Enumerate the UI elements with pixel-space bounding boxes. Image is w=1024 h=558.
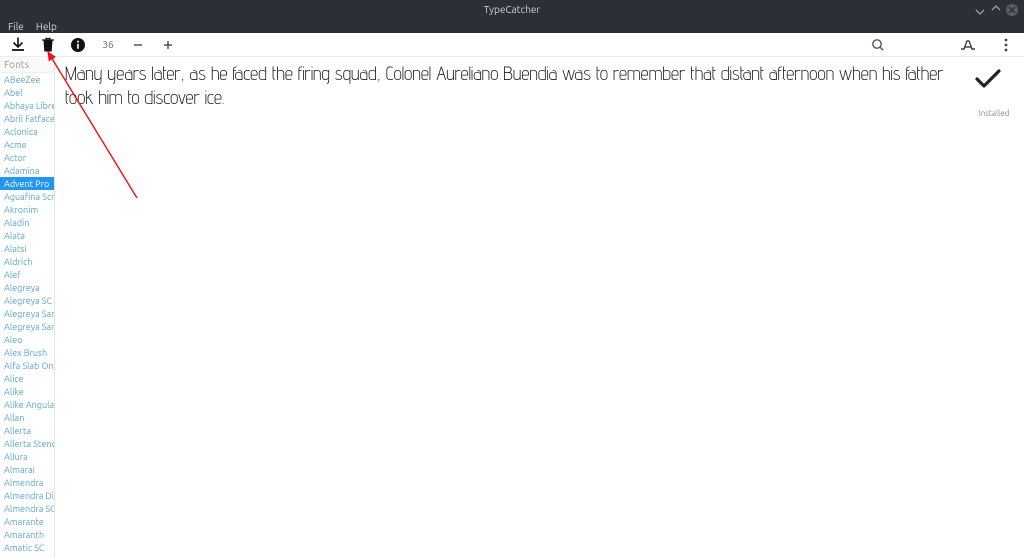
- font-item[interactable]: Amaranth: [0, 528, 54, 541]
- preview-text: Many years later, as he faced the firing…: [65, 63, 1014, 111]
- titlebar: TypeCatcher: [0, 0, 1024, 19]
- font-item[interactable]: Alike: [0, 385, 54, 398]
- font-item[interactable]: Almendra SC: [0, 502, 54, 515]
- font-item[interactable]: Aldrich: [0, 255, 54, 268]
- decrease-size-button[interactable]: [130, 37, 146, 53]
- font-item[interactable]: Almendra: [0, 476, 54, 489]
- minimize-button[interactable]: [974, 4, 986, 16]
- font-item[interactable]: Akronim: [0, 203, 54, 216]
- increase-size-button[interactable]: [160, 37, 176, 53]
- font-item[interactable]: Alegreya: [0, 281, 54, 294]
- font-item[interactable]: Alata: [0, 229, 54, 242]
- font-item[interactable]: Actor: [0, 151, 54, 164]
- font-item[interactable]: Abel: [0, 86, 54, 99]
- menu-file[interactable]: File: [8, 21, 24, 32]
- font-item[interactable]: Allura: [0, 450, 54, 463]
- menu-help[interactable]: Help: [36, 21, 57, 32]
- font-item[interactable]: Acme: [0, 138, 54, 151]
- font-item[interactable]: Alike Angular: [0, 398, 54, 411]
- menubar: File Help: [0, 19, 1024, 33]
- font-item[interactable]: Allan: [0, 411, 54, 424]
- font-item[interactable]: Allerta: [0, 424, 54, 437]
- font-item[interactable]: Alatsi: [0, 242, 54, 255]
- font-item[interactable]: Almarai: [0, 463, 54, 476]
- font-item[interactable]: Alegreya Sans: [0, 307, 54, 320]
- font-item[interactable]: Alfa Slab One: [0, 359, 54, 372]
- toolbar: 36: [0, 33, 1024, 57]
- font-item[interactable]: Aclonica: [0, 125, 54, 138]
- font-item[interactable]: ABeeZee: [0, 73, 54, 86]
- font-item[interactable]: Amatic SC: [0, 541, 54, 554]
- installed-label: Installed: [974, 109, 1014, 118]
- window-controls: [974, 4, 1018, 16]
- font-item[interactable]: Almendra Display: [0, 489, 54, 502]
- font-item[interactable]: Abhaya Libre: [0, 99, 54, 112]
- font-sidebar: Fonts ABeeZeeAbelAbhaya LibreAbril Fatfa…: [0, 57, 55, 558]
- font-list[interactable]: ABeeZeeAbelAbhaya LibreAbril FatfaceAclo…: [0, 73, 54, 558]
- install-status: Installed: [974, 67, 1014, 118]
- search-icon[interactable]: [870, 37, 886, 53]
- font-item[interactable]: Alef: [0, 268, 54, 281]
- font-size-value: 36: [100, 39, 116, 50]
- font-item[interactable]: Allerta Stencil: [0, 437, 54, 450]
- maximize-button[interactable]: [990, 4, 1002, 16]
- menu-icon[interactable]: [998, 37, 1014, 53]
- font-item[interactable]: Amarante: [0, 515, 54, 528]
- font-item[interactable]: Aleo: [0, 333, 54, 346]
- window-title: TypeCatcher: [484, 4, 540, 15]
- info-icon[interactable]: [70, 37, 86, 53]
- sidebar-header: Fonts: [0, 57, 54, 73]
- preview-pane: Many years later, as he faced the firing…: [55, 57, 1024, 558]
- download-icon[interactable]: [10, 37, 26, 53]
- font-item[interactable]: Alegreya SC: [0, 294, 54, 307]
- font-item[interactable]: Adamina: [0, 164, 54, 177]
- close-button[interactable]: [1006, 4, 1018, 16]
- font-item[interactable]: Advent Pro: [0, 177, 54, 190]
- content-area: Fonts ABeeZeeAbelAbhaya LibreAbril Fatfa…: [0, 57, 1024, 558]
- font-item[interactable]: Alegreya Sans SC: [0, 320, 54, 333]
- installed-check-icon: [974, 67, 1014, 91]
- font-item[interactable]: Alice: [0, 372, 54, 385]
- font-item[interactable]: Alex Brush: [0, 346, 54, 359]
- font-item[interactable]: Abril Fatface: [0, 112, 54, 125]
- font-item[interactable]: Aguafina Script: [0, 190, 54, 203]
- report-icon[interactable]: [960, 37, 976, 53]
- font-item[interactable]: Aladin: [0, 216, 54, 229]
- trash-icon[interactable]: [40, 37, 56, 53]
